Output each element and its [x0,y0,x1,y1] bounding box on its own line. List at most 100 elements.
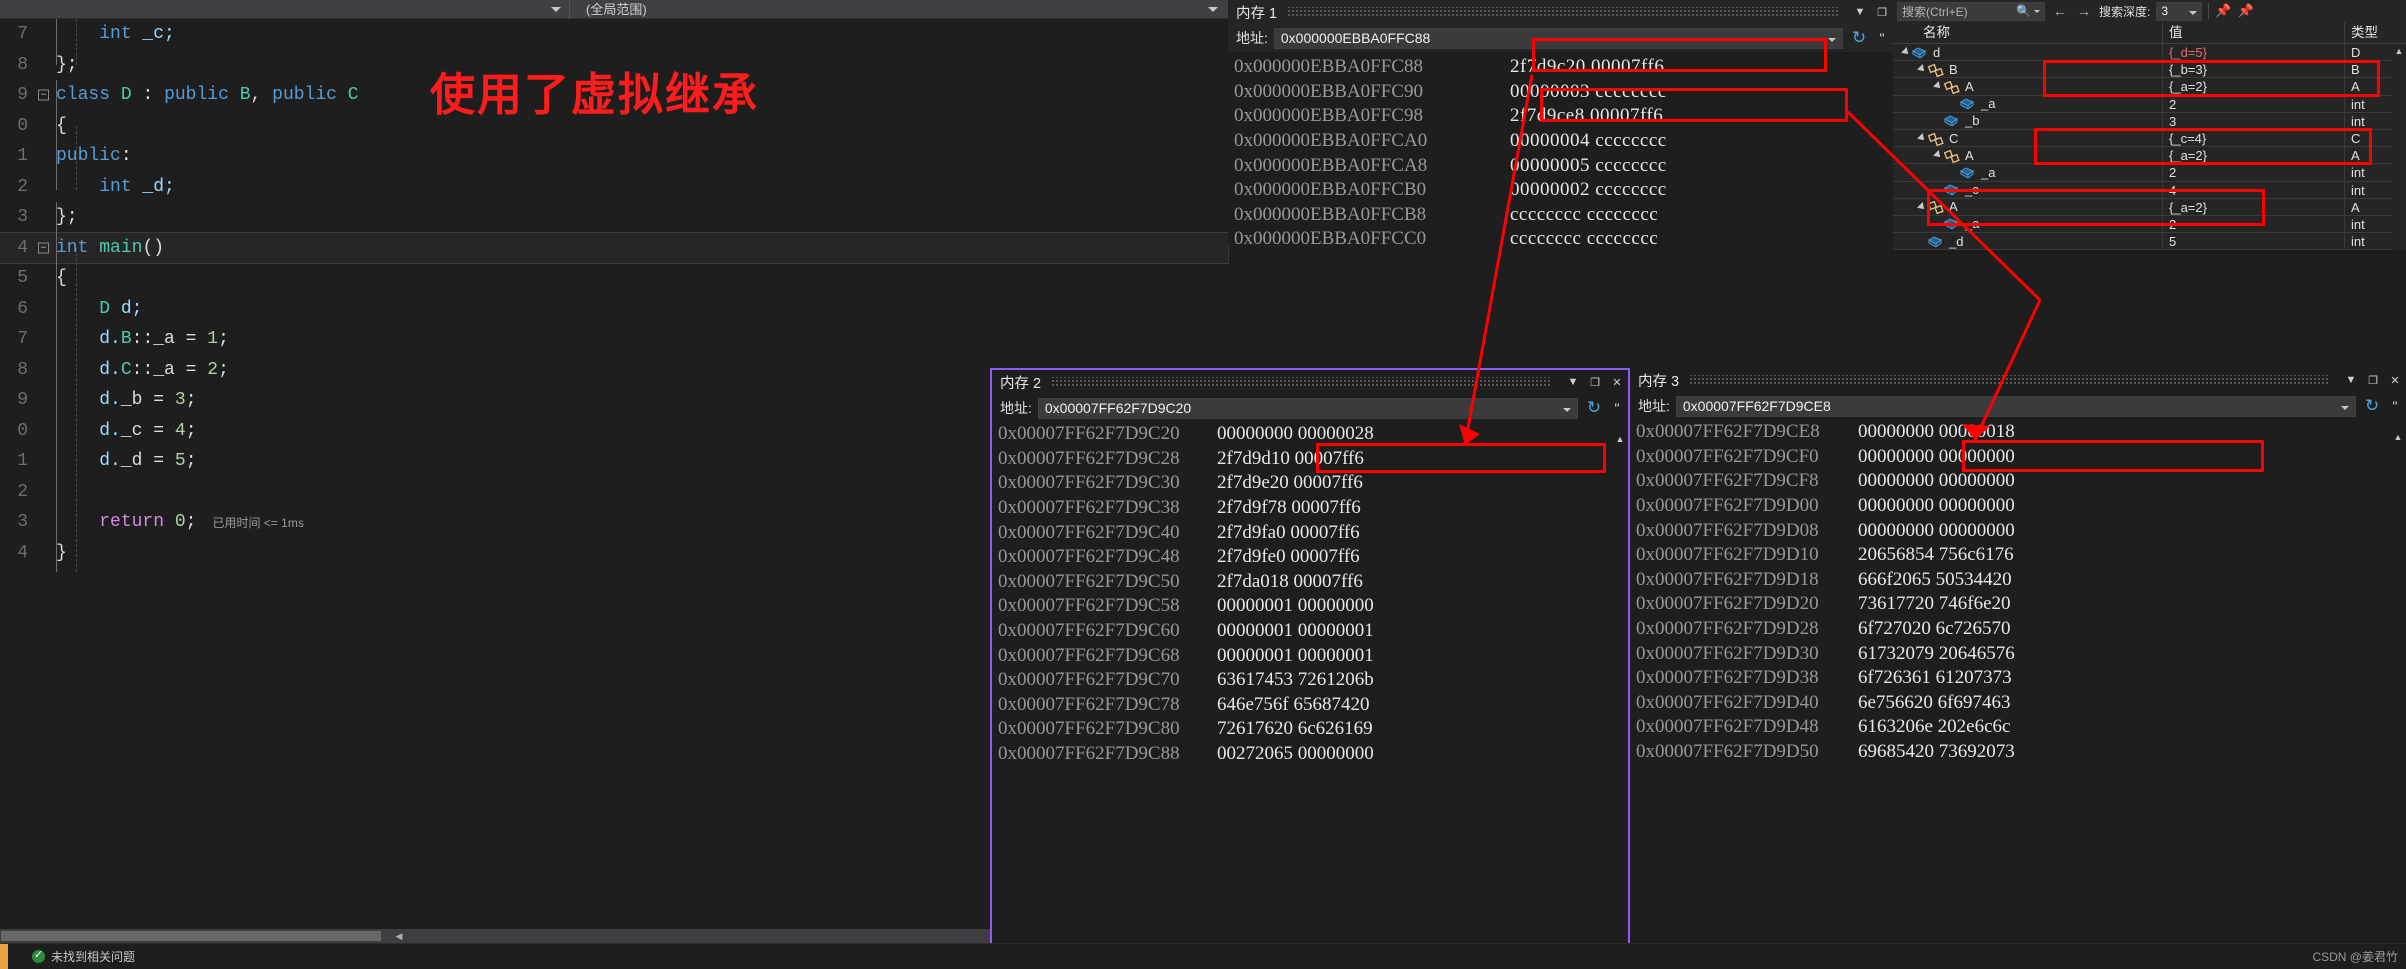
watch-row[interactable]: B {_b=3} B [1893,61,2406,79]
watch-vertical-scrollbar[interactable]: ▲ [2392,44,2406,250]
gutter[interactable] [34,507,56,538]
chevron-down-icon[interactable] [2341,405,2349,410]
memory2-vertical-scrollbar[interactable]: ▲ ▼ [1613,432,1627,965]
gutter[interactable] [34,385,56,416]
gutter[interactable]: − [34,233,56,264]
expander-triangle-icon[interactable] [1901,47,1911,58]
watch-search-input[interactable]: 搜索(Ctrl+E) 🔍 [1897,1,2045,21]
overflow-icon[interactable]: " [1875,30,1889,46]
pin-icon[interactable]: 📌 [2215,3,2231,19]
window-menu-icon[interactable]: ▼ [2340,369,2362,391]
gutter[interactable] [34,263,56,294]
arrow-left-icon[interactable]: ← [2051,3,2069,19]
chevron-down-icon[interactable] [1828,37,1836,42]
expander-triangle-icon[interactable] [1917,201,1927,212]
watch-row-value[interactable]: {_c=4} [2163,129,2345,147]
column-header-type[interactable]: 类型 [2345,22,2406,44]
expander-triangle-icon[interactable] [1933,81,1943,92]
watch-row[interactable]: C {_c=4} C [1893,129,2406,148]
expander-triangle-icon[interactable] [1933,150,1943,161]
watch-row-value[interactable]: {_a=2} [2163,147,2345,164]
watch-row-value[interactable]: {_d=5} [2163,44,2345,61]
memory3-vertical-scrollbar[interactable]: ▲ ▼ [2391,430,2405,967]
watch-row[interactable]: A {_a=2} A [1893,147,2406,165]
memory3-rows: 0x00007FF62F7D9CE8 00000000 00000018 0x000… [1630,420,2406,764]
close-icon[interactable]: ✕ [1606,371,1628,393]
gutter[interactable] [34,141,56,172]
search-depth-input[interactable]: 3 [2156,1,2203,21]
refresh-icon[interactable]: ↻ [1849,28,1869,48]
refresh-icon[interactable]: ↻ [1584,398,1604,418]
memory2-address-input[interactable]: 0x00007FF62F7D9C20 [1037,397,1578,419]
refresh-icon[interactable]: ↻ [2362,396,2382,416]
arrow-right-icon[interactable]: → [2075,3,2093,19]
gutter[interactable] [34,355,56,386]
memory3-address-input[interactable]: 0x00007FF62F7D9CE8 [1675,395,2356,417]
watch-row[interactable]: _b 3 int [1893,112,2406,130]
watch-row[interactable]: d {_d=5} D [1893,44,2406,62]
watch-row[interactable]: A {_a=2} A [1893,198,2406,216]
collapse-icon[interactable]: − [38,242,49,254]
gutter[interactable]: − [34,80,56,111]
memory1-vertical-scrollbar[interactable] [1879,52,1893,245]
maximize-icon[interactable]: ❐ [1871,1,1893,23]
gutter[interactable] [34,172,56,203]
watch-row-value[interactable]: 3 [2163,112,2345,129]
gutter[interactable] [34,416,56,447]
watch-row[interactable]: _a 2 int [1893,215,2406,234]
gutter[interactable] [34,294,56,325]
watch-row[interactable]: _a 2 int [1893,164,2406,182]
watch-row-value[interactable]: {_a=2} [2163,198,2345,215]
scroll-up-icon[interactable]: ▲ [1613,432,1627,446]
memory-window-1: 内存 1 ▼ ❐ 地址: 0x000000EBBA0FFC88 ↻ " 0x00… [1228,0,1893,249]
column-header-name[interactable]: 名称 [1893,21,2163,44]
maximize-icon[interactable]: ❐ [2362,369,2384,391]
scroll-up-icon[interactable]: ▲ [2392,44,2406,58]
drag-grip[interactable] [1287,7,1839,17]
scroll-up-icon[interactable]: ▲ [2391,430,2405,444]
maximize-icon[interactable]: ❐ [1584,371,1606,393]
close-icon[interactable]: ✕ [2384,369,2406,391]
memory1-address-input[interactable]: 0x000000EBBA0FFC88 [1273,27,1843,49]
scroll-left-icon[interactable]: ◀ [392,929,406,943]
drag-grip[interactable] [1689,375,2330,385]
overflow-icon[interactable]: " [1610,400,1624,416]
gutter[interactable] [34,111,56,142]
global-scope-dropdown[interactable]: (全局范围) [570,0,1228,19]
watch-row-value[interactable]: 2 [2163,215,2345,233]
watch-row-value[interactable]: 4 [2163,181,2345,198]
expander-triangle-icon[interactable] [1917,64,1927,75]
gutter[interactable] [34,538,56,569]
watch-row[interactable]: _a 2 int [1893,95,2406,113]
memory-row: 0x00007FF62F7D9D38 6f726361 61207373 [1630,666,2406,691]
search-placeholder: 搜索(Ctrl+E) [1902,4,1968,19]
chevron-down-icon[interactable] [1563,407,1571,412]
scrollbar-thumb[interactable] [1,931,381,941]
watch-row[interactable]: A {_a=2} A [1893,78,2406,96]
gutter[interactable] [34,446,56,477]
expander-triangle-icon[interactable] [1917,133,1927,143]
watch-row[interactable]: _c 4 int [1893,181,2406,199]
collapse-icon[interactable]: − [38,89,49,101]
chevron-down-icon[interactable] [2034,9,2040,13]
watch-row-value[interactable]: 2 [2163,95,2345,112]
watch-row-value[interactable]: {_a=2} [2163,78,2345,95]
watch-row-value[interactable]: {_b=3} [2163,61,2345,78]
watch-row-value[interactable]: 2 [2163,164,2345,181]
gutter[interactable] [34,324,56,355]
window-menu-icon[interactable]: ▼ [1562,371,1584,393]
overflow-icon[interactable]: " [2388,398,2402,414]
gutter[interactable] [34,477,56,508]
chevron-down-icon[interactable] [2189,10,2198,15]
member-scope-dropdown[interactable] [0,0,570,19]
watch-row[interactable]: _d 5 int [1893,233,2406,251]
search-icon[interactable]: 🔍 [2016,4,2031,18]
gutter[interactable] [34,202,56,233]
column-header-value[interactable]: 值 [2163,21,2345,44]
gutter[interactable] [34,19,56,50]
watch-row-value[interactable]: 5 [2163,233,2345,250]
drag-grip[interactable] [1051,377,1552,387]
gutter[interactable] [34,50,56,81]
pin-ab-icon[interactable]: 📌 [2238,3,2254,19]
window-menu-icon[interactable]: ▼ [1849,1,1871,23]
